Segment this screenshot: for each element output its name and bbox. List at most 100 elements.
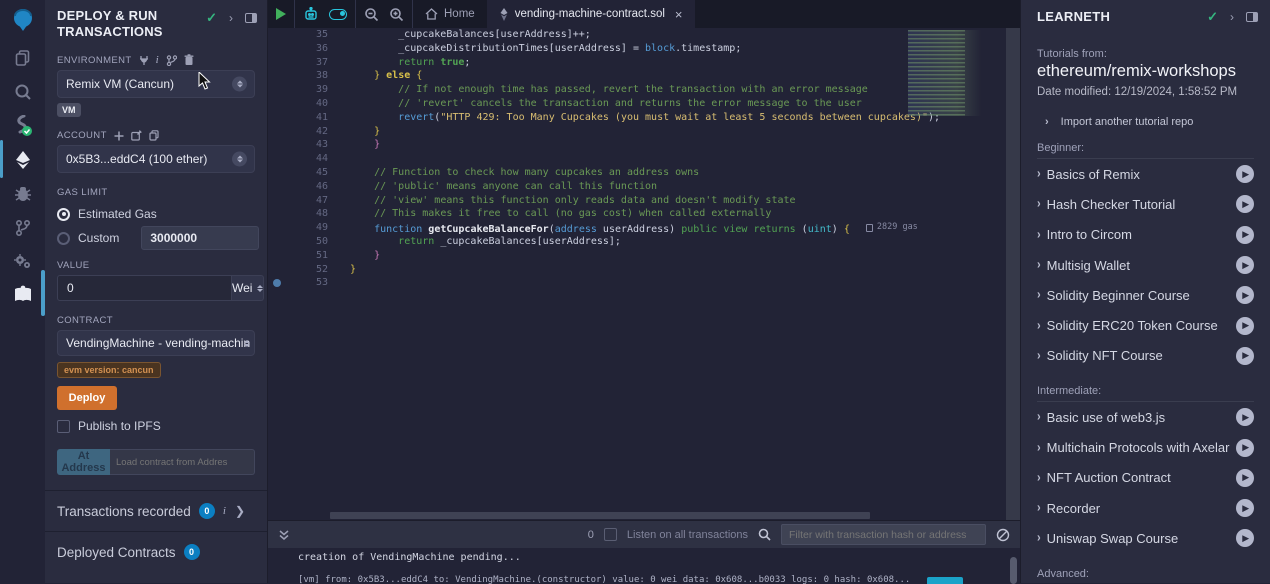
line-number[interactable]: 44 [290,152,330,166]
glyph-margin[interactable] [268,111,290,125]
code-line[interactable]: 36 _cupcakeDistributionTimes[userAddress… [268,42,1006,56]
glyph-margin[interactable] [268,28,290,42]
glyph-margin[interactable] [268,138,290,152]
glyph-margin[interactable] [268,69,290,83]
play-tutorial-button[interactable]: ▶ [1236,529,1254,547]
layout-panel-icon[interactable] [1246,12,1258,22]
code-line[interactable]: 49 function getCupcakeBalanceFor(address… [268,221,1006,235]
layout-panel-icon[interactable] [245,13,257,23]
tab-file[interactable]: vending-machine-contract.sol × [487,0,695,28]
search-icon[interactable] [0,76,45,108]
play-tutorial-button[interactable]: ▶ [1236,469,1254,487]
play-tutorial-button[interactable]: ▶ [1236,226,1254,244]
line-number[interactable]: 51 [290,249,330,263]
at-address-button[interactable]: At Address [57,449,110,475]
line-number[interactable]: 52 [290,263,330,277]
listen-all-checkbox[interactable] [604,528,617,541]
tutorial-item[interactable]: ›Hash Checker Tutorial▶ [1037,189,1256,219]
code-line[interactable]: 41 revert("HTTP 429: Too Many Cupcakes (… [268,111,1006,125]
account-select[interactable]: 0x5B3...eddC4 (100 ether) [57,145,255,173]
value-unit-select[interactable]: Wei [232,275,264,301]
chevron-right-icon[interactable]: ❯ [235,504,245,518]
custom-gas-radio[interactable] [57,232,70,245]
code-line[interactable]: 46 // 'public' means anyone can call thi… [268,180,1006,194]
copilot-toggle[interactable] [329,9,347,20]
code-line[interactable]: 52} [268,263,1006,277]
estimated-gas-radio[interactable] [57,208,70,221]
publish-ipfs-checkbox[interactable] [57,420,70,433]
at-address-input[interactable] [110,449,255,475]
value-input[interactable] [57,275,232,301]
code-line[interactable]: 38 } else { [268,69,1006,83]
line-number[interactable]: 50 [290,235,330,249]
line-number[interactable]: 35 [290,28,330,42]
play-tutorial-button[interactable]: ▶ [1236,408,1254,426]
tab-home[interactable]: Home [413,0,487,28]
tutorial-item[interactable]: ›Solidity NFT Course▶ [1037,341,1256,371]
deploy-run-icon[interactable] [0,144,45,176]
terminal-scrollbar[interactable] [1010,557,1017,584]
zoom-in-icon[interactable] [389,7,404,22]
transactions-recorded-section[interactable]: Transactions recorded 0 i ❯ [45,491,267,531]
select-toggle-icon[interactable] [232,152,247,167]
play-tutorial-button[interactable]: ▶ [1236,439,1254,457]
zoom-out-icon[interactable] [364,7,379,22]
edit-icon[interactable] [131,130,142,141]
play-tutorial-button[interactable]: ▶ [1236,347,1254,365]
tutorial-item[interactable]: ›Intro to Circom▶ [1037,220,1256,250]
line-number[interactable]: 53 [290,276,330,290]
line-number[interactable]: 45 [290,166,330,180]
vertical-scrollbar[interactable] [1006,28,1020,520]
custom-gas-input[interactable] [141,226,259,250]
tutorial-item[interactable]: ›Uniswap Swap Course▶ [1037,523,1256,553]
code-line[interactable]: 48 // This makes it free to call (no gas… [268,207,1006,221]
deploy-button[interactable]: Deploy [57,386,117,410]
tutorial-item[interactable]: ›Basics of Remix▶ [1037,159,1256,189]
code-line[interactable]: 50 return _cupcakeBalances[userAddress]; [268,235,1006,249]
line-number[interactable]: 39 [290,83,330,97]
play-tutorial-button[interactable]: ▶ [1236,286,1254,304]
code-line[interactable]: 39 // If not enough time has passed, rev… [268,83,1006,97]
run-script-button[interactable] [268,0,295,28]
glyph-margin[interactable] [268,276,290,290]
line-number[interactable]: 40 [290,97,330,111]
line-number[interactable]: 37 [290,56,330,70]
minimap[interactable] [908,30,990,116]
tutorial-item[interactable]: ›NFT Auction Contract▶ [1037,463,1256,493]
glyph-margin[interactable] [268,263,290,277]
code-line[interactable]: 45 // Function to check how many cupcake… [268,166,1006,180]
line-number[interactable]: 49 [290,221,330,235]
glyph-margin[interactable] [268,56,290,70]
play-icon[interactable] [276,8,286,20]
line-number[interactable]: 48 [290,207,330,221]
plug-icon[interactable] [139,55,149,66]
pin-panel-icon[interactable]: › [229,11,233,25]
code-line[interactable]: 40 // 'revert' cancels the transaction a… [268,97,1006,111]
glyph-margin[interactable] [268,207,290,221]
glyph-margin[interactable] [268,42,290,56]
play-tutorial-button[interactable]: ▶ [1236,195,1254,213]
code-line[interactable]: 44 [268,152,1006,166]
breakpoint-dot[interactable] [273,279,281,287]
remix-logo-icon[interactable] [0,4,45,36]
play-tutorial-button[interactable]: ▶ [1236,317,1254,335]
copy-icon[interactable] [149,130,159,141]
file-explorer-icon[interactable] [0,42,45,74]
glyph-margin[interactable] [268,125,290,139]
play-tutorial-button[interactable]: ▶ [1236,165,1254,183]
debugger-icon[interactable] [0,178,45,210]
clear-terminal-icon[interactable] [996,528,1010,542]
tutorial-item[interactable]: ›Solidity ERC20 Token Course▶ [1037,310,1256,340]
tutorial-item[interactable]: ›Multisig Wallet▶ [1037,250,1256,280]
add-account-icon[interactable] [114,131,124,141]
solidity-compiler-icon[interactable] [0,110,45,142]
code-line[interactable]: 37 return true; [268,56,1006,70]
code-line[interactable]: 42 } [268,125,1006,139]
tutorial-item[interactable]: ›Basic use of web3.js▶ [1037,402,1256,432]
tutorial-item[interactable]: ›Solidity Beginner Course▶ [1037,280,1256,310]
tutorial-item[interactable]: ›Multichain Protocols with Axelar▶ [1037,432,1256,462]
glyph-margin[interactable] [268,166,290,180]
pin-panel-icon[interactable]: › [1230,10,1234,24]
code-line[interactable]: 53 [268,276,1006,290]
glyph-margin[interactable] [268,221,290,235]
